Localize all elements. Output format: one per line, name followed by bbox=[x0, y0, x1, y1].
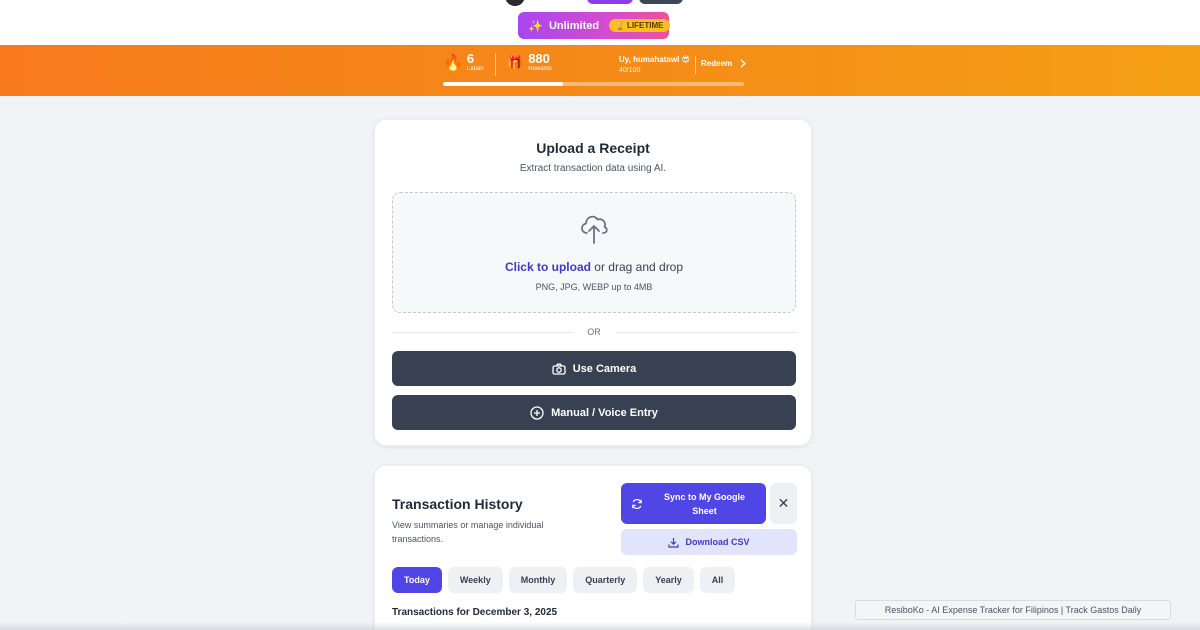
top-nav-button-purple[interactable] bbox=[587, 0, 633, 4]
top-nav-button-dark[interactable] bbox=[639, 0, 683, 4]
cloud-upload-icon bbox=[581, 215, 608, 244]
rewards-value: 880 bbox=[528, 51, 550, 66]
streak-value: 6 bbox=[466, 51, 475, 66]
plus-circle-icon bbox=[530, 405, 544, 420]
drag-drop-text: or drag and drop bbox=[590, 260, 684, 274]
level-progress-bar bbox=[443, 82, 744, 86]
gift-icon: 🎁 bbox=[507, 55, 524, 70]
tab-weekly[interactable]: Weekly bbox=[447, 567, 503, 593]
plan-label: Unlimited bbox=[548, 19, 600, 32]
divider bbox=[495, 53, 496, 76]
redeem-button[interactable]: Redeem bbox=[701, 59, 747, 68]
manual-entry-label: Manual / Voice Entry bbox=[551, 406, 658, 419]
sparkles-icon: ✨ bbox=[528, 18, 543, 33]
tab-monthly[interactable]: Monthly bbox=[508, 567, 568, 593]
divider-line bbox=[616, 332, 796, 333]
upload-title: Upload a Receipt bbox=[536, 140, 650, 156]
redeem-label: Redeem bbox=[701, 59, 733, 68]
rank-info: Uy, humahatawl 😎 40/100 bbox=[619, 55, 690, 74]
transaction-history-card: Transaction History View summaries or ma… bbox=[374, 465, 812, 630]
rank-name: Uy, humahatawl 😎 bbox=[619, 55, 690, 64]
tab-yearly[interactable]: Yearly bbox=[643, 567, 694, 593]
close-icon: ✕ bbox=[777, 495, 790, 511]
transactions-date-heading: Transactions for December 3, 2025 bbox=[392, 607, 558, 618]
download-csv-label: Download CSV bbox=[685, 537, 750, 547]
click-to-upload-link[interactable]: Click to upload bbox=[505, 260, 591, 274]
avatar[interactable] bbox=[505, 0, 525, 6]
top-header: ✨ Unlimited 🏆 LIFETIME bbox=[0, 0, 1200, 45]
use-camera-button[interactable]: Use Camera bbox=[392, 351, 796, 386]
chevron-right-icon bbox=[740, 59, 747, 68]
lifetime-label: LIFETIME bbox=[627, 21, 664, 30]
download-csv-button[interactable]: Download CSV bbox=[621, 529, 797, 555]
sync-google-sheet-button[interactable]: Sync to My Google Sheet bbox=[621, 483, 766, 524]
bottom-shadow bbox=[0, 622, 1200, 630]
lifetime-badge: 🏆 LIFETIME bbox=[609, 19, 670, 32]
dropzone-text: Click to upload or drag and drop bbox=[393, 260, 795, 274]
streak-label: Laban bbox=[466, 66, 484, 72]
upload-subtitle: Extract transaction data using AI. bbox=[519, 163, 667, 174]
rank-progress: 40/100 bbox=[619, 67, 641, 74]
flame-icon: 🔥 bbox=[443, 55, 463, 72]
trophy-icon: 🏆 bbox=[615, 21, 626, 30]
sync-label: Sync to My Google Sheet bbox=[663, 491, 745, 516]
upload-dropzone[interactable]: Click to upload or drag and drop PNG, JP… bbox=[392, 192, 796, 313]
file-format-hint: PNG, JPG, WEBP up to 4MB bbox=[535, 282, 653, 292]
divider bbox=[695, 56, 696, 74]
gamification-bar bbox=[0, 45, 1200, 96]
unlimited-plan-badge[interactable]: ✨ Unlimited 🏆 LIFETIME bbox=[518, 12, 670, 39]
level-progress-fill bbox=[443, 82, 564, 86]
rewards-counter: 🎁 880 Rewards bbox=[507, 51, 552, 73]
period-tabs: Today Weekly Monthly Quarterly Yearly Al… bbox=[392, 567, 736, 593]
rewards-label: Rewards bbox=[528, 66, 552, 72]
manual-voice-entry-button[interactable]: Manual / Voice Entry bbox=[392, 395, 796, 430]
upload-receipt-card: Upload a Receipt Extract transaction dat… bbox=[374, 119, 812, 446]
tab-all[interactable]: All bbox=[699, 567, 736, 593]
transaction-history-title: Transaction History bbox=[392, 496, 523, 512]
or-divider: OR bbox=[392, 326, 796, 338]
close-button[interactable]: ✕ bbox=[770, 483, 797, 524]
transaction-history-subtitle: View summaries or manage individual tran… bbox=[392, 520, 544, 544]
tab-quarterly[interactable]: Quarterly bbox=[573, 567, 638, 593]
tab-today[interactable]: Today bbox=[392, 567, 442, 593]
use-camera-label: Use Camera bbox=[572, 362, 637, 375]
refresh-icon bbox=[632, 498, 642, 509]
streak-counter: 🔥 6 Laban bbox=[443, 51, 484, 73]
page-title-tooltip: ResiboKo - AI Expense Tracker for Filipi… bbox=[855, 600, 1171, 620]
download-icon bbox=[668, 537, 680, 548]
camera-icon bbox=[552, 363, 566, 375]
